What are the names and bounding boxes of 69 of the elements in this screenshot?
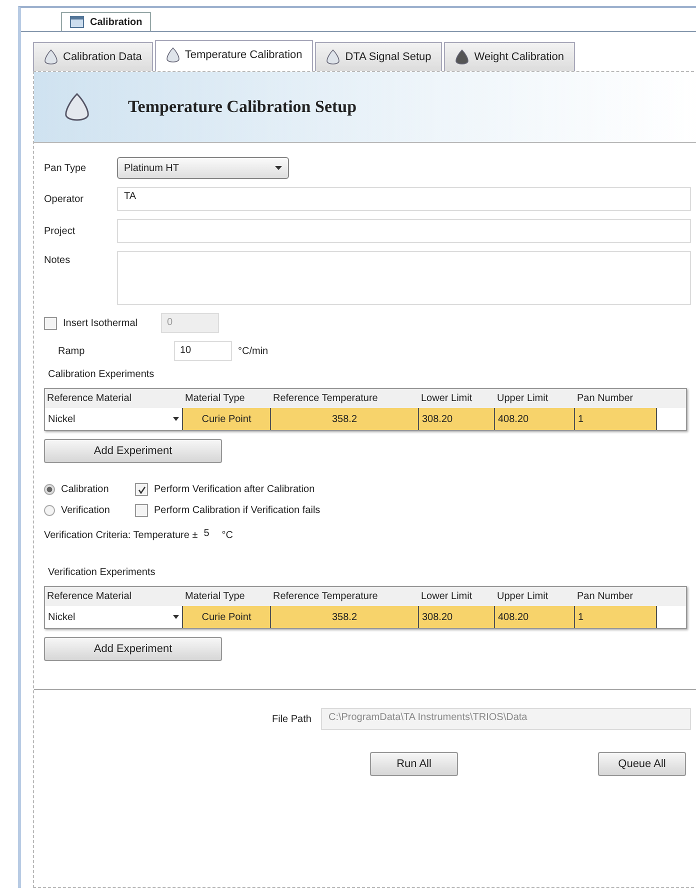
column-header: Reference Material [46,392,132,406]
checkbox-label: Perform Verification after Calibration [154,484,315,495]
column-header: Pan Number [576,590,634,604]
section-title: Verification Experiments [48,567,156,578]
table-cell: 1 [575,408,657,430]
table-cell: 408.20 [495,408,575,430]
column-header: Reference Temperature [272,392,379,406]
unit-label: °C [222,530,233,540]
material-dropdown[interactable]: Nickel [45,606,183,628]
column-header: Lower Limit [420,392,474,406]
column-header: Upper Limit [496,590,550,604]
action-button[interactable]: Queue All [598,752,686,776]
window-icon [70,16,84,28]
tab[interactable]: Temperature Calibration [154,40,314,71]
table-cell: 358.2 [271,408,419,430]
tab[interactable]: DTA Signal Setup [315,42,442,71]
field-label: Ramp [57,346,86,356]
table-cell: 358.2 [271,606,419,628]
column-header: Material Type [184,392,246,406]
caret-icon [173,417,179,421]
table-cell: 408.20 [495,606,575,628]
column-header: Pan Number [576,392,634,406]
caret-icon [275,166,282,170]
checkbox-label: Insert Isothermal [63,318,138,328]
criteria-label: Verification Criteria: Temperature ± [44,530,198,540]
column-header: Reference Material [46,590,132,604]
radio-label: Calibration [61,484,110,495]
drop-icon [44,49,58,65]
pan-type-dropdown[interactable]: Platinum HT [117,157,289,179]
field-label: Project [44,226,76,236]
tab[interactable]: Calibration Data [33,42,153,71]
column-header: Reference Temperature [272,590,379,604]
check-icon [138,486,146,494]
field-label: Notes [44,254,72,266]
add-experiment-button[interactable]: Add Experiment [44,637,222,661]
ramp-field[interactable]: 10 [174,341,232,361]
table-cell: Curie Point [183,606,271,628]
checkbox[interactable] [135,483,148,496]
add-experiment-button[interactable]: Add Experiment [44,439,222,463]
tab[interactable]: Weight Calibration [444,42,575,71]
table-cell: 308.20 [419,606,495,628]
drop-icon [166,47,180,63]
radio-button[interactable] [44,505,55,516]
caret-icon [173,615,179,619]
radio-label: Verification [61,505,111,516]
drop-icon [64,91,90,123]
field-label: Operator [44,194,84,204]
field-label: File Path [272,714,312,724]
section-title: Calibration Experiments [48,369,156,380]
project-field[interactable] [117,219,691,243]
operator-field[interactable]: TA [117,187,691,211]
column-header: Lower Limit [420,590,474,604]
column-header: Material Type [184,590,246,604]
checkbox[interactable] [135,504,148,517]
field-label: Pan Type [44,162,88,174]
drop-icon [455,49,470,65]
table-cell: 308.20 [419,408,495,430]
page-title: Temperature Calibration Setup [128,97,357,117]
checkbox-label: Perform Calibration if Verification fails [154,505,320,516]
column-header: Upper Limit [496,392,550,406]
drop-icon [326,49,340,65]
radio-button[interactable] [44,484,55,495]
action-button[interactable]: Run All [370,752,458,776]
table-cell: 1 [575,606,657,628]
material-dropdown[interactable]: Nickel [45,408,183,430]
table-cell: Curie Point [183,408,271,430]
unit-label: °C/min [238,346,268,356]
document-tab[interactable]: Calibration [61,12,152,31]
notes-field[interactable] [117,251,691,305]
